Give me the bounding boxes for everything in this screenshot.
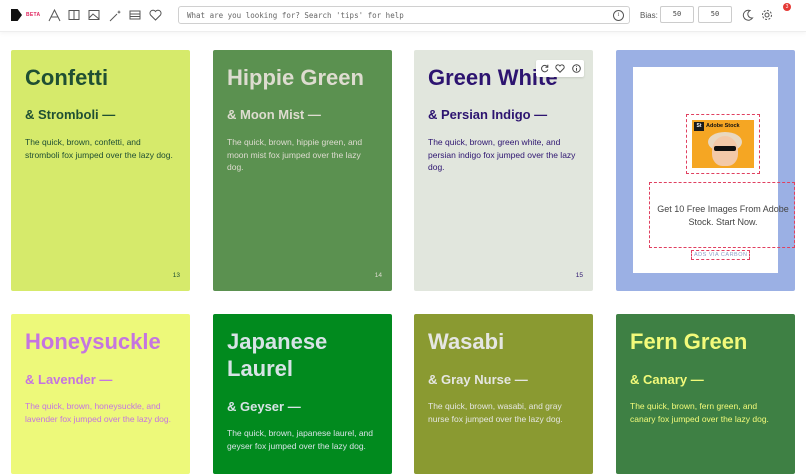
card-toolbar bbox=[536, 60, 584, 77]
bias-right-input[interactable]: 50 bbox=[698, 6, 732, 23]
palette-card[interactable]: Fern Green & Canary — The quick, brown, … bbox=[616, 314, 795, 474]
ad-attribution[interactable]: ADS VIA CARBON bbox=[691, 250, 751, 260]
ad-panel[interactable]: St Adobe Stock Get 10 Free Images From A… bbox=[616, 50, 795, 291]
font-icon[interactable] bbox=[47, 8, 61, 22]
card-subtitle: & Gray Nurse — bbox=[428, 372, 528, 387]
card-description: The quick, brown, confetti, and strombol… bbox=[25, 137, 173, 160]
card-subtitle: & Geyser — bbox=[227, 399, 301, 414]
card-description: The quick, brown, hippie green, and moon… bbox=[227, 137, 363, 172]
card-title: Hippie Green bbox=[227, 65, 364, 90]
ad-image: St Adobe Stock bbox=[692, 120, 754, 168]
card-description: The quick, brown, japanese laurel, and g… bbox=[227, 428, 374, 451]
refresh-icon[interactable] bbox=[539, 64, 549, 74]
top-toolbar: BETA What are you looking for? Search 't… bbox=[0, 0, 806, 32]
card-subtitle: & Moon Mist — bbox=[227, 107, 321, 122]
card-description: The quick, brown, fern green, and canary… bbox=[630, 401, 769, 424]
info-icon[interactable]: i bbox=[613, 10, 624, 21]
palette-card[interactable]: Green White & Persian Indigo — The quick… bbox=[414, 50, 593, 291]
magic-icon[interactable] bbox=[108, 8, 122, 22]
card-description: The quick, brown, wasabi, and gray nurse… bbox=[428, 401, 563, 424]
card-title: Wasabi bbox=[428, 329, 505, 354]
palette-card[interactable]: Wasabi & Gray Nurse — The quick, brown, … bbox=[414, 314, 593, 474]
ad-brand: Adobe Stock bbox=[706, 123, 740, 129]
beta-badge: BETA bbox=[26, 12, 41, 18]
image-icon[interactable] bbox=[87, 8, 101, 22]
ad-image-frame[interactable]: St Adobe Stock bbox=[686, 114, 760, 174]
bias-left-input[interactable]: 50 bbox=[660, 6, 694, 23]
logo-icon[interactable] bbox=[11, 9, 22, 21]
palette-card[interactable]: Hippie Green & Moon Mist — The quick, br… bbox=[213, 50, 392, 291]
card-title: Honeysuckle bbox=[25, 329, 161, 354]
layout-icon[interactable] bbox=[128, 8, 142, 22]
card-description: The quick, brown, honeysuckle, and laven… bbox=[25, 401, 172, 424]
search-input[interactable]: What are you looking for? Search 'tips' … bbox=[178, 6, 630, 24]
card-subtitle: & Canary — bbox=[630, 372, 704, 387]
ad-content: St Adobe Stock Get 10 Free Images From A… bbox=[633, 67, 795, 273]
card-subtitle: & Persian Indigo — bbox=[428, 107, 548, 122]
ad-text: Get 10 Free Images From Adobe Stock. Sta… bbox=[657, 204, 789, 227]
card-number: 13 bbox=[172, 272, 180, 279]
card-number: 14 bbox=[374, 272, 382, 279]
card-description: The quick, brown, green white, and persi… bbox=[428, 137, 576, 172]
bias-label: Bias: bbox=[640, 11, 658, 20]
heart-icon[interactable] bbox=[555, 64, 565, 74]
palette-card[interactable]: Japanese Laurel & Geyser — The quick, br… bbox=[213, 314, 392, 474]
moon-icon[interactable] bbox=[741, 8, 755, 22]
search-placeholder: What are you looking for? Search 'tips' … bbox=[187, 11, 404, 20]
card-title: Fern Green bbox=[630, 329, 748, 354]
heart-icon[interactable] bbox=[148, 8, 162, 22]
card-number: 15 bbox=[575, 272, 583, 279]
card-title: Japanese Laurel bbox=[227, 329, 328, 381]
adobe-stock-logo: St bbox=[694, 122, 704, 131]
ad-text-frame[interactable]: Get 10 Free Images From Adobe Stock. Sta… bbox=[649, 182, 795, 248]
card-subtitle: & Stromboli — bbox=[25, 107, 116, 122]
info-icon[interactable] bbox=[571, 64, 581, 74]
card-title: Confetti bbox=[25, 65, 109, 90]
palette-card[interactable]: Confetti & Stromboli — The quick, brown,… bbox=[11, 50, 190, 291]
card-subtitle: & Lavender — bbox=[25, 372, 113, 387]
gear-icon[interactable] bbox=[760, 8, 774, 22]
palette-card[interactable]: Honeysuckle & Lavender — The quick, brow… bbox=[11, 314, 190, 474]
notification-badge[interactable]: 3 bbox=[783, 3, 791, 11]
columns-icon[interactable] bbox=[67, 8, 81, 22]
